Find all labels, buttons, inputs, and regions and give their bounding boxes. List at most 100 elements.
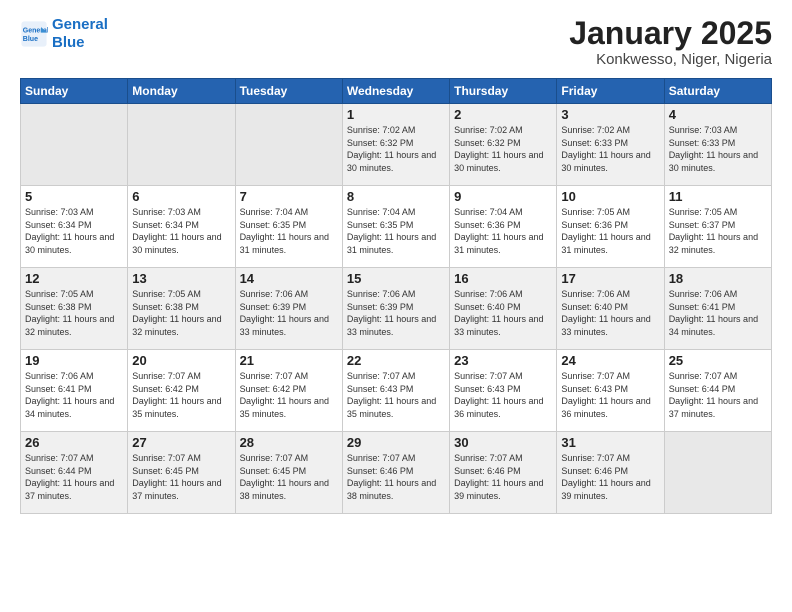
location: Konkwesso, Niger, Nigeria [569,51,772,68]
day-number: 3 [561,107,659,122]
day-number: 16 [454,271,552,286]
day-number: 30 [454,435,552,450]
day-number: 1 [347,107,445,122]
day-info: Sunrise: 7:07 AMSunset: 6:42 PMDaylight:… [240,370,338,420]
day-number: 25 [669,353,767,368]
day-number: 22 [347,353,445,368]
calendar-cell: 1 Sunrise: 7:02 AMSunset: 6:32 PMDaylight… [342,104,449,186]
weekday-header: Friday [557,79,664,104]
weekday-header: Tuesday [235,79,342,104]
day-info: Sunrise: 7:06 AMSunset: 6:39 PMDaylight:… [240,288,338,338]
calendar-cell: 7 Sunrise: 7:04 AMSunset: 6:35 PMDaylight… [235,186,342,268]
calendar-cell: 5 Sunrise: 7:03 AMSunset: 6:34 PMDaylight… [21,186,128,268]
day-number: 17 [561,271,659,286]
calendar-cell: 13 Sunrise: 7:05 AMSunset: 6:38 PMDayligh… [128,268,235,350]
day-number: 23 [454,353,552,368]
logo-icon: General Blue [20,20,48,48]
calendar-cell: 8Sunrise: 7:04 AMSunset: 6:35 PMDaylight… [342,186,449,268]
day-number: 29 [347,435,445,450]
weekday-header: Sunday [21,79,128,104]
calendar-cell [21,104,128,186]
calendar-cell: 24 Sunrise: 7:07 AMSunset: 6:43 PMDayligh… [557,350,664,432]
day-info: Sunrise: 7:07 AMSunset: 6:43 PMDaylight:… [561,370,659,420]
calendar-cell: 4Sunrise: 7:03 AMSunset: 6:33 PMDaylight… [664,104,771,186]
day-number: 13 [132,271,230,286]
svg-text:Blue: Blue [23,36,38,43]
day-info: Sunrise: 7:06 AMSunset: 6:40 PMDaylight:… [454,288,552,338]
day-number: 5 [25,189,123,204]
weekday-header: Monday [128,79,235,104]
calendar-cell [128,104,235,186]
calendar-cell: 17 Sunrise: 7:06 AMSunset: 6:40 PMDayligh… [557,268,664,350]
day-info: Sunrise: 7:05 AMSunset: 6:38 PMDaylight:… [132,288,230,338]
day-number: 8 [347,189,445,204]
month-title: January 2025 [569,16,772,51]
calendar: SundayMondayTuesdayWednesdayThursdayFrid… [20,78,772,514]
day-info: Sunrise: 7:06 AMSunset: 6:39 PMDaylight:… [347,288,445,338]
day-info: Sunrise: 7:04 AMSunset: 6:36 PMDaylight:… [454,206,552,256]
calendar-week-row: 19 Sunrise: 7:06 AMSunset: 6:41 PMDayligh… [21,350,772,432]
calendar-cell: 15 Sunrise: 7:06 AMSunset: 6:39 PMDayligh… [342,268,449,350]
calendar-cell [235,104,342,186]
day-info: Sunrise: 7:06 AMSunset: 6:41 PMDaylight:… [25,370,123,420]
day-number: 15 [347,271,445,286]
day-number: 9 [454,189,552,204]
day-info: Sunrise: 7:07 AMSunset: 6:43 PMDaylight:… [454,370,552,420]
calendar-cell: 23 Sunrise: 7:07 AMSunset: 6:43 PMDayligh… [450,350,557,432]
calendar-cell: 28Sunrise: 7:07 AMSunset: 6:45 PMDayligh… [235,432,342,514]
logo-text: GeneralBlue [52,16,108,52]
calendar-cell: 20 Sunrise: 7:07 AMSunset: 6:42 PMDayligh… [128,350,235,432]
calendar-cell: 12 Sunrise: 7:05 AMSunset: 6:38 PMDayligh… [21,268,128,350]
day-info: Sunrise: 7:03 AMSunset: 6:34 PMDaylight:… [25,206,123,256]
logo: General Blue GeneralBlue [20,16,108,52]
day-info: Sunrise: 7:03 AMSunset: 6:33 PMDaylight:… [669,124,767,174]
day-info: Sunrise: 7:02 AMSunset: 6:32 PMDaylight:… [347,124,445,174]
calendar-week-row: 5 Sunrise: 7:03 AMSunset: 6:34 PMDaylight… [21,186,772,268]
day-number: 27 [132,435,230,450]
day-info: Sunrise: 7:07 AMSunset: 6:43 PMDaylight:… [347,370,445,420]
page: General Blue GeneralBlue January 2025 Ko… [0,0,792,612]
day-number: 2 [454,107,552,122]
calendar-cell: 27 Sunrise: 7:07 AMSunset: 6:45 PMDayligh… [128,432,235,514]
day-info: Sunrise: 7:02 AMSunset: 6:33 PMDaylight:… [561,124,659,174]
day-number: 6 [132,189,230,204]
day-info: Sunrise: 7:07 AMSunset: 6:44 PMDaylight:… [25,452,123,502]
calendar-week-row: 12 Sunrise: 7:05 AMSunset: 6:38 PMDayligh… [21,268,772,350]
day-info: Sunrise: 7:05 AMSunset: 6:36 PMDaylight:… [561,206,659,256]
day-info: Sunrise: 7:06 AMSunset: 6:41 PMDaylight:… [669,288,767,338]
day-number: 24 [561,353,659,368]
day-number: 12 [25,271,123,286]
calendar-cell: 29 Sunrise: 7:07 AMSunset: 6:46 PMDayligh… [342,432,449,514]
day-info: Sunrise: 7:07 AMSunset: 6:45 PMDaylight:… [240,452,338,502]
day-info: Sunrise: 7:07 AMSunset: 6:42 PMDaylight:… [132,370,230,420]
calendar-cell: 11Sunrise: 7:05 AMSunset: 6:37 PMDayligh… [664,186,771,268]
calendar-cell: 14 Sunrise: 7:06 AMSunset: 6:39 PMDayligh… [235,268,342,350]
calendar-cell: 9 Sunrise: 7:04 AMSunset: 6:36 PMDaylight… [450,186,557,268]
day-number: 31 [561,435,659,450]
day-info: Sunrise: 7:07 AMSunset: 6:45 PMDaylight:… [132,452,230,502]
day-info: Sunrise: 7:06 AMSunset: 6:40 PMDaylight:… [561,288,659,338]
day-info: Sunrise: 7:07 AMSunset: 6:46 PMDaylight:… [347,452,445,502]
title-block: January 2025 Konkwesso, Niger, Nigeria [569,16,772,68]
calendar-cell: 25 Sunrise: 7:07 AMSunset: 6:44 PMDayligh… [664,350,771,432]
calendar-week-row: 1 Sunrise: 7:02 AMSunset: 6:32 PMDaylight… [21,104,772,186]
day-info: Sunrise: 7:07 AMSunset: 6:46 PMDaylight:… [454,452,552,502]
calendar-cell: 19 Sunrise: 7:06 AMSunset: 6:41 PMDayligh… [21,350,128,432]
calendar-cell [664,432,771,514]
day-info: Sunrise: 7:07 AMSunset: 6:44 PMDaylight:… [669,370,767,420]
calendar-cell: 3 Sunrise: 7:02 AMSunset: 6:33 PMDaylight… [557,104,664,186]
day-info: Sunrise: 7:04 AMSunset: 6:35 PMDaylight:… [240,206,338,256]
day-number: 14 [240,271,338,286]
calendar-cell: 30 Sunrise: 7:07 AMSunset: 6:46 PMDayligh… [450,432,557,514]
day-info: Sunrise: 7:07 AMSunset: 6:46 PMDaylight:… [561,452,659,502]
day-number: 20 [132,353,230,368]
calendar-cell: 31 Sunrise: 7:07 AMSunset: 6:46 PMDayligh… [557,432,664,514]
day-number: 19 [25,353,123,368]
weekday-header: Saturday [664,79,771,104]
calendar-cell: 21Sunrise: 7:07 AMSunset: 6:42 PMDayligh… [235,350,342,432]
day-number: 7 [240,189,338,204]
calendar-cell: 26Sunrise: 7:07 AMSunset: 6:44 PMDayligh… [21,432,128,514]
day-info: Sunrise: 7:03 AMSunset: 6:34 PMDaylight:… [132,206,230,256]
day-info: Sunrise: 7:05 AMSunset: 6:38 PMDaylight:… [25,288,123,338]
calendar-cell: 2Sunrise: 7:02 AMSunset: 6:32 PMDaylight… [450,104,557,186]
